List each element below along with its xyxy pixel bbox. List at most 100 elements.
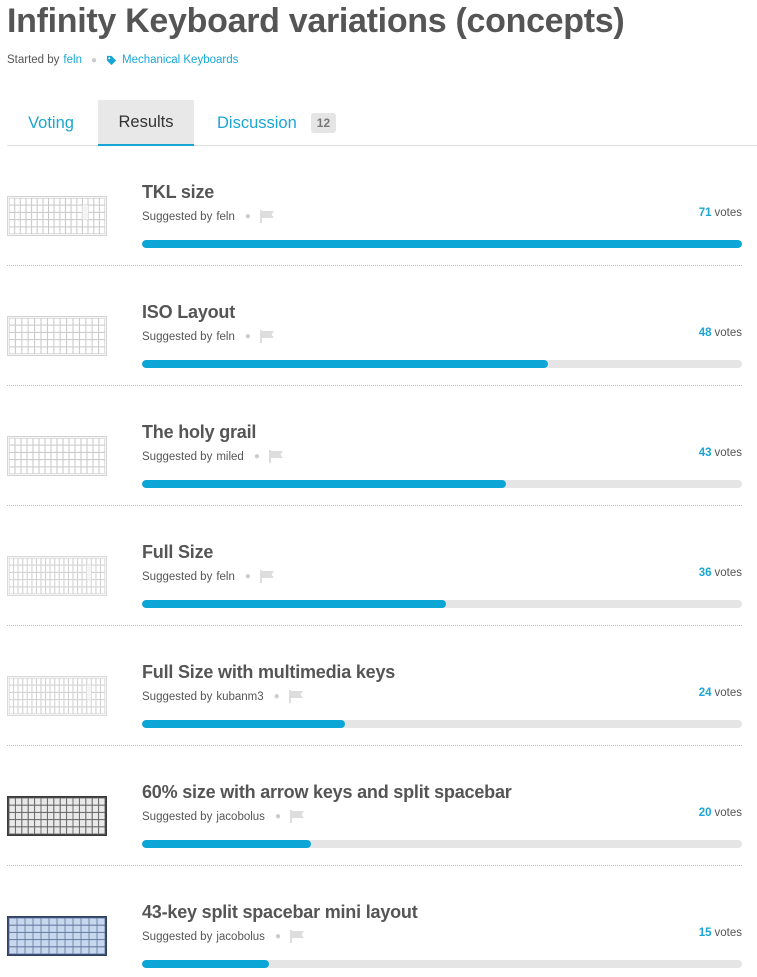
suggested-by: Suggested by miled ● xyxy=(142,450,284,463)
vote-count: 48 votes xyxy=(699,327,742,339)
vote-progress-fill xyxy=(142,600,447,608)
flag-icon[interactable] xyxy=(268,450,284,463)
tab-results[interactable]: Results xyxy=(98,100,194,146)
option-title[interactable]: TKL size xyxy=(142,182,214,203)
result-row: Full Size Suggested by feln ● 36 votes xyxy=(7,506,742,626)
discussion-count-badge: 12 xyxy=(310,113,337,133)
tab-voting[interactable]: Voting xyxy=(7,100,95,146)
votes-label: votes xyxy=(714,807,743,819)
vote-progress-fill xyxy=(142,360,548,368)
vote-number: 24 xyxy=(698,687,712,699)
page-title: Infinity Keyboard variations (concepts) xyxy=(7,2,625,40)
vote-progress-fill xyxy=(142,480,506,488)
result-row: ISO Layout Suggested by feln ● 48 votes xyxy=(7,266,742,386)
vote-number: 71 xyxy=(698,207,712,219)
results-list: TKL size Suggested by feln ● 71 votes ISO Layo… xyxy=(7,146,742,977)
category-link[interactable]: Mechanical Keyboards xyxy=(122,54,238,66)
separator-dot: ● xyxy=(244,571,251,582)
votes-label: votes xyxy=(714,207,743,219)
suggester-name[interactable]: jacobolus xyxy=(216,931,265,943)
vote-number: 48 xyxy=(698,327,712,339)
suggested-by: Suggested by feln ● xyxy=(142,570,275,583)
suggested-by-label: Suggested by xyxy=(142,930,213,943)
suggester-name[interactable]: miled xyxy=(216,451,243,463)
separator-dot: ● xyxy=(274,811,281,822)
topic-meta: Started by feln ● Mechanical Keyboards xyxy=(7,54,238,66)
suggester-name[interactable]: feln xyxy=(216,571,235,583)
option-title[interactable]: The holy grail xyxy=(142,422,256,443)
tab-results-label: Results xyxy=(118,112,174,131)
suggester-name[interactable]: kubanm3 xyxy=(216,691,263,703)
votes-label: votes xyxy=(714,567,743,579)
tab-discussion-label: Discussion xyxy=(217,113,297,132)
suggester-name[interactable]: feln xyxy=(216,211,235,223)
keyboard-thumbnail xyxy=(7,196,107,236)
suggested-by-label: Suggested by xyxy=(142,690,213,703)
tab-bar: Voting Results Discussion 12 xyxy=(7,100,757,146)
keyboard-thumbnail xyxy=(7,436,107,476)
separator-dot: ● xyxy=(253,451,260,462)
suggested-by-label: Suggested by xyxy=(142,210,213,223)
votes-label: votes xyxy=(714,687,743,699)
suggested-by: Suggested by kubanm3 ● xyxy=(142,690,304,703)
option-title[interactable]: 43-key split spacebar mini layout xyxy=(142,902,418,923)
flag-icon[interactable] xyxy=(288,690,304,703)
suggester-name[interactable]: feln xyxy=(216,331,235,343)
vote-progress-fill xyxy=(142,720,345,728)
option-title[interactable]: ISO Layout xyxy=(142,302,235,323)
keyboard-thumbnail xyxy=(7,916,107,956)
flag-icon[interactable] xyxy=(289,810,305,823)
separator-dot: ● xyxy=(274,931,281,942)
separator-dot: ● xyxy=(90,54,98,66)
vote-count: 43 votes xyxy=(699,447,742,459)
tab-discussion[interactable]: Discussion 12 xyxy=(203,100,343,146)
vote-progress-bar xyxy=(142,720,742,728)
result-row: 43-key split spacebar mini layout Suggest… xyxy=(7,866,742,977)
separator-dot: ● xyxy=(244,211,251,222)
vote-progress-fill xyxy=(142,240,742,248)
suggested-by: Suggested by feln ● xyxy=(142,210,275,223)
keyboard-thumbnail xyxy=(7,556,107,596)
vote-number: 15 xyxy=(698,927,712,939)
flag-icon[interactable] xyxy=(289,930,305,943)
tag-icon xyxy=(106,55,117,65)
vote-progress-bar xyxy=(142,360,742,368)
result-row: 60% size with arrow keys and split space… xyxy=(7,746,742,866)
vote-progress-bar xyxy=(142,600,742,608)
option-title[interactable]: Full Size with multimedia keys xyxy=(142,662,395,683)
vote-count: 36 votes xyxy=(699,567,742,579)
flag-icon[interactable] xyxy=(259,210,275,223)
suggested-by: Suggested by jacobolus ● xyxy=(142,810,305,823)
votes-label: votes xyxy=(714,447,743,459)
vote-number: 36 xyxy=(698,567,712,579)
suggested-by-label: Suggested by xyxy=(142,810,213,823)
option-title[interactable]: 60% size with arrow keys and split space… xyxy=(142,782,512,803)
suggester-name[interactable]: jacobolus xyxy=(216,811,265,823)
votes-label: votes xyxy=(714,327,743,339)
vote-count: 20 votes xyxy=(699,807,742,819)
result-row: Full Size with multimedia keys Suggested … xyxy=(7,626,742,746)
vote-progress-fill xyxy=(142,960,269,968)
separator-dot: ● xyxy=(273,691,280,702)
tab-voting-label: Voting xyxy=(28,113,74,132)
started-by-label: Started by xyxy=(7,54,60,66)
vote-progress-bar xyxy=(142,240,742,248)
vote-progress-bar xyxy=(142,480,742,488)
keyboard-thumbnail xyxy=(7,316,107,356)
result-row: TKL size Suggested by feln ● 71 votes xyxy=(7,146,742,266)
vote-number: 20 xyxy=(698,807,712,819)
separator-dot: ● xyxy=(244,331,251,342)
author-link[interactable]: feln xyxy=(63,54,82,66)
keyboard-thumbnail xyxy=(7,676,107,716)
option-title[interactable]: Full Size xyxy=(142,542,213,563)
vote-count: 24 votes xyxy=(699,687,742,699)
suggested-by-label: Suggested by xyxy=(142,450,213,463)
suggested-by-label: Suggested by xyxy=(142,330,213,343)
vote-progress-bar xyxy=(142,840,742,848)
flag-icon[interactable] xyxy=(259,570,275,583)
suggested-by-label: Suggested by xyxy=(142,570,213,583)
suggested-by: Suggested by jacobolus ● xyxy=(142,930,305,943)
flag-icon[interactable] xyxy=(259,330,275,343)
suggested-by: Suggested by feln ● xyxy=(142,330,275,343)
votes-label: votes xyxy=(714,927,743,939)
